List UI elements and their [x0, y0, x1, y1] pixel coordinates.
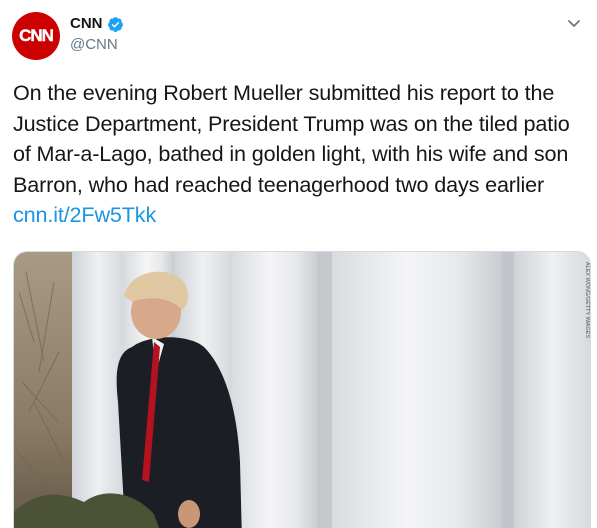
- verified-badge-icon: [107, 16, 124, 33]
- display-name[interactable]: CNN: [70, 14, 103, 34]
- tweet-text: On the evening Robert Mueller submitted …: [13, 78, 591, 231]
- photo-image: ALEX WONG/GETTY IMAGES: [14, 252, 590, 528]
- tweet-photo[interactable]: ALEX WONG/GETTY IMAGES: [13, 251, 591, 528]
- chevron-down-icon[interactable]: [565, 14, 583, 32]
- author-block: CNN @CNN: [70, 14, 124, 55]
- photo-credit: ALEX WONG/GETTY IMAGES: [584, 262, 590, 338]
- tweet-card: CNN CNN @CNN On the evening Robert Muell…: [0, 0, 597, 528]
- tweet-link[interactable]: cnn.it/2Fw5Tkk: [13, 202, 156, 227]
- tweet-body: On the evening Robert Mueller submitted …: [13, 80, 570, 197]
- name-row: CNN: [70, 14, 124, 34]
- handle[interactable]: @CNN: [70, 35, 124, 55]
- avatar[interactable]: CNN: [12, 12, 60, 60]
- cnn-logo: CNN: [19, 26, 54, 45]
